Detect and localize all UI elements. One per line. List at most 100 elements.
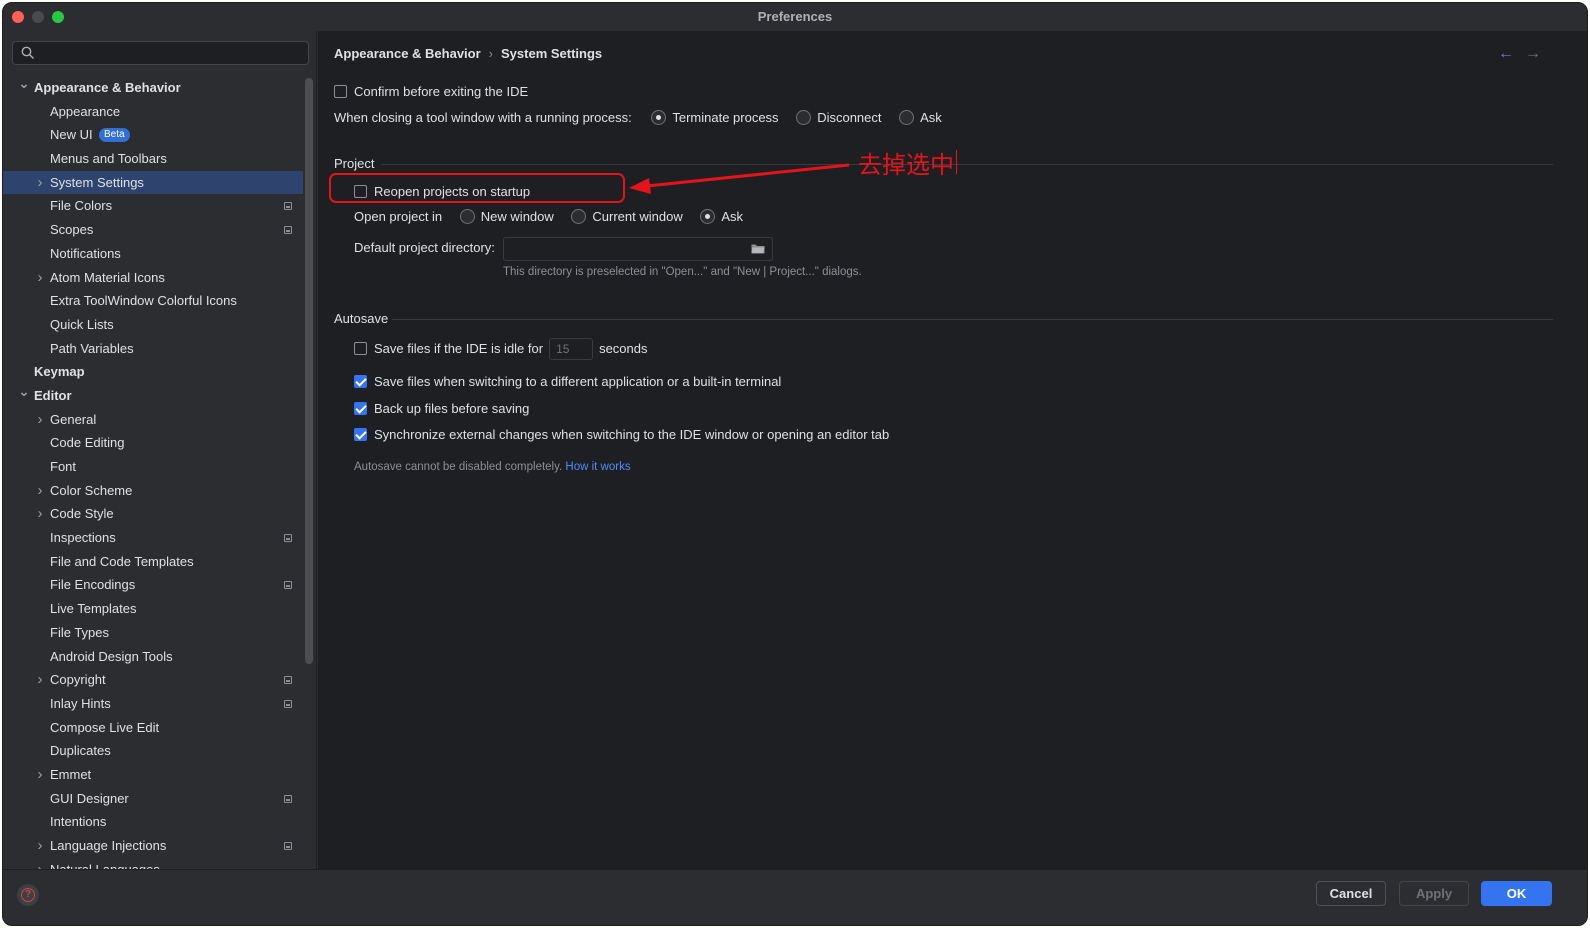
chevron-right-icon[interactable]: ›	[33, 266, 47, 290]
sidebar-item-color-scheme[interactable]: › Color Scheme	[3, 479, 303, 503]
settings-search-box[interactable]	[12, 41, 309, 65]
current-window-radio[interactable]	[571, 209, 587, 224]
save-idle-checkbox[interactable]	[354, 342, 367, 355]
sidebar-item-new-ui[interactable]: New UI Beta	[3, 123, 303, 147]
sidebar-item-label: Appearance	[50, 103, 121, 119]
forward-arrow-icon[interactable]: →	[1525, 45, 1541, 63]
sidebar-item-duplicates[interactable]: Duplicates	[3, 739, 303, 763]
help-icon: ?	[21, 888, 35, 902]
ask-open-option[interactable]: Ask	[700, 209, 743, 224]
idle-seconds-input[interactable]: 15	[549, 338, 594, 360]
chevron-down-icon[interactable]: ⌄	[17, 72, 31, 96]
sidebar-item-path-variables[interactable]: Path Variables	[3, 337, 303, 361]
sidebar-item-inlay-hints[interactable]: Inlay Hints	[3, 692, 303, 716]
ask-close-label: Ask	[920, 110, 942, 125]
confirm-exit-checkbox[interactable]	[334, 85, 347, 98]
project-level-icon	[284, 226, 292, 235]
sync-checkbox[interactable]	[354, 428, 367, 441]
chevron-right-icon[interactable]: ›	[33, 668, 47, 692]
sidebar-item-file-encodings[interactable]: File Encodings	[3, 573, 303, 597]
sidebar-item-android-design-tools[interactable]: Android Design Tools	[3, 645, 303, 669]
sidebar-item-system-settings[interactable]: › System Settings	[3, 170, 303, 195]
disconnect-option[interactable]: Disconnect	[796, 110, 882, 125]
current-window-option[interactable]: Current window	[571, 209, 683, 224]
sidebar-item-file-colors[interactable]: File Colors	[3, 194, 303, 218]
breadcrumb-parent[interactable]: Appearance & Behavior	[334, 46, 481, 61]
sidebar-item-file-and-code-templates[interactable]: File and Code Templates	[3, 550, 303, 574]
sidebar-item-label: Quick Lists	[50, 316, 114, 332]
sidebar-item-extra-toolwindow-colorful-icons[interactable]: Extra ToolWindow Colorful Icons	[3, 289, 303, 313]
autosave-note: Autosave cannot be disabled completely. …	[354, 461, 631, 473]
save-idle-option: Save files if the IDE is idle for 15 secon…	[354, 338, 648, 360]
sidebar-item-copyright[interactable]: › Copyright	[3, 668, 303, 692]
backup-checkbox[interactable]	[354, 402, 367, 415]
autosave-section-divider	[392, 319, 1553, 320]
back-arrow-icon[interactable]: ←	[1498, 45, 1514, 63]
ask-open-radio[interactable]	[700, 209, 716, 224]
chevron-right-icon[interactable]: ›	[33, 834, 47, 858]
annotation-arrow-icon	[629, 163, 850, 194]
sidebar-item-label: Android Design Tools	[50, 648, 173, 664]
terminate-process-option[interactable]: Terminate process	[651, 110, 779, 125]
sidebar-item-emmet[interactable]: › Emmet	[3, 763, 303, 787]
chevron-right-icon[interactable]: ›	[33, 763, 47, 787]
new-window-option[interactable]: New window	[459, 209, 554, 224]
save-switching-label: Save files when switching to a different…	[374, 374, 782, 389]
settings-tree: ⌄ Appearance & Behavior Appearance New UI Be…	[3, 75, 303, 869]
sidebar-item-menus-and-toolbars[interactable]: Menus and Toolbars	[3, 147, 303, 171]
sidebar-item-appearance[interactable]: Appearance	[3, 100, 303, 124]
sidebar-item-code-style[interactable]: › Code Style	[3, 502, 303, 526]
cancel-button[interactable]: Cancel	[1316, 881, 1386, 906]
chevron-right-icon[interactable]: ›	[33, 171, 47, 195]
sidebar-item-label: System Settings	[50, 174, 144, 190]
sidebar-item-keymap[interactable]: Keymap	[3, 360, 303, 384]
sync-option[interactable]: Synchronize external changes when switch…	[354, 427, 889, 442]
chevron-right-icon[interactable]: ›	[33, 858, 47, 869]
sidebar-item-scopes[interactable]: Scopes	[3, 218, 303, 242]
sidebar-scrollbar[interactable]	[305, 78, 313, 664]
chevron-right-icon[interactable]: ›	[33, 479, 47, 503]
chevron-right-icon[interactable]: ›	[33, 502, 47, 526]
disconnect-radio[interactable]	[796, 110, 812, 125]
sidebar-item-code-editing[interactable]: Code Editing	[3, 431, 303, 455]
save-switching-checkbox[interactable]	[354, 375, 367, 388]
annotation-highlight-box	[329, 173, 625, 203]
sidebar-item-gui-designer[interactable]: GUI Designer	[3, 787, 303, 811]
sidebar-item-natural-languages[interactable]: ›Natural Languages	[3, 858, 303, 869]
sidebar-item-appearance-behavior[interactable]: ⌄ Appearance & Behavior	[3, 75, 303, 100]
sidebar-item-language-injections[interactable]: › Language Injections	[3, 834, 303, 858]
sidebar-item-file-types[interactable]: File Types	[3, 621, 303, 645]
ok-button[interactable]: OK	[1481, 881, 1552, 906]
chevron-right-icon[interactable]: ›	[33, 408, 47, 432]
sidebar-item-live-templates[interactable]: Live Templates	[3, 597, 303, 621]
save-switching-option[interactable]: Save files when switching to a different…	[354, 374, 781, 389]
sidebar-item-font[interactable]: Font	[3, 455, 303, 479]
sidebar-item-label: GUI Designer	[50, 790, 129, 806]
help-button[interactable]: ?	[17, 884, 39, 906]
ask-close-option[interactable]: Ask	[899, 110, 942, 125]
how-it-works-link[interactable]: How it works	[565, 461, 630, 473]
sidebar-item-inspections[interactable]: Inspections	[3, 526, 303, 550]
backup-option[interactable]: Back up files before saving	[354, 401, 529, 416]
settings-search-input[interactable]	[41, 44, 301, 62]
search-icon	[21, 46, 34, 59]
terminate-process-radio[interactable]	[651, 110, 667, 125]
sidebar-item-atom-material-icons[interactable]: › Atom Material Icons	[3, 266, 303, 290]
sidebar-item-general[interactable]: › General	[3, 408, 303, 432]
ask-close-radio[interactable]	[899, 110, 915, 125]
sidebar-item-label: Menus and Toolbars	[50, 151, 167, 167]
sidebar-item-intentions[interactable]: Intentions	[3, 810, 303, 834]
sidebar-item-quick-lists[interactable]: Quick Lists	[3, 313, 303, 337]
chevron-down-icon[interactable]: ⌄	[17, 380, 31, 404]
sidebar-item-label: File Encodings	[50, 577, 136, 593]
new-window-radio[interactable]	[459, 209, 475, 224]
confirm-exit-option[interactable]: Confirm before exiting the IDE	[334, 84, 528, 99]
default-dir-field[interactable]	[503, 237, 773, 261]
sidebar-item-compose-live-edit[interactable]: Compose Live Edit	[3, 716, 303, 740]
sidebar-item-label: Language Injections	[50, 838, 167, 853]
sidebar-item-editor[interactable]: ⌄ Editor	[3, 383, 303, 408]
sidebar-item-label: General	[50, 411, 97, 427]
folder-icon[interactable]	[751, 243, 765, 254]
apply-button[interactable]: Apply	[1399, 881, 1469, 906]
sidebar-item-notifications[interactable]: Notifications	[3, 242, 303, 266]
